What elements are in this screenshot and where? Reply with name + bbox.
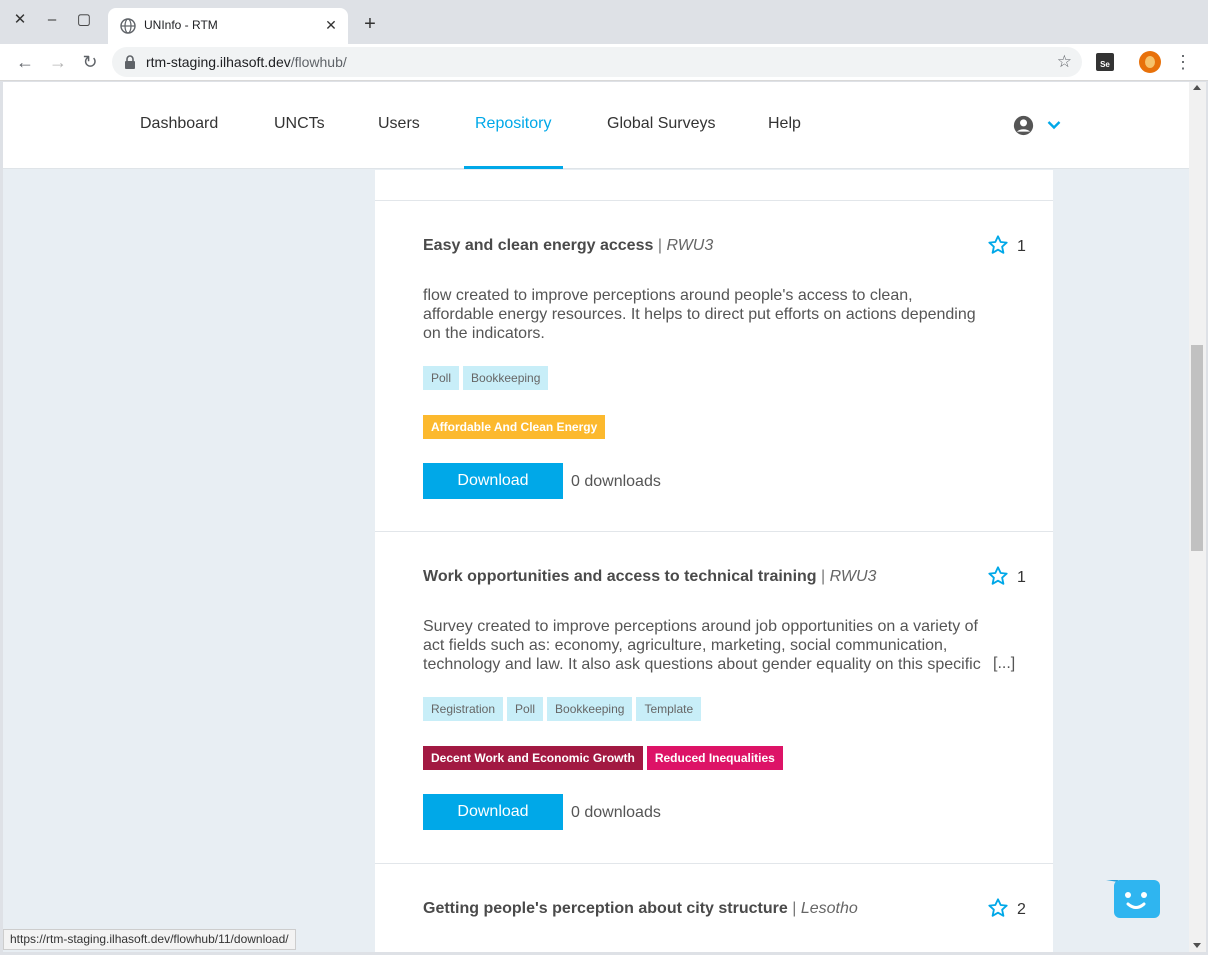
- flow-country: RWU3: [666, 237, 714, 254]
- scroll-up-arrow-icon[interactable]: [1193, 85, 1201, 90]
- scrollbar-thumb[interactable]: [1191, 345, 1203, 551]
- tag[interactable]: Registration: [423, 697, 504, 721]
- tag[interactable]: Poll: [423, 366, 460, 390]
- flow-description: Survey created to improve perceptions ar…: [423, 618, 981, 673]
- back-arrow-icon[interactable]: ←: [14, 51, 36, 73]
- chevron-down-icon[interactable]: [1047, 120, 1061, 130]
- tag[interactable]: Poll: [507, 697, 544, 721]
- flow-card: Easy and clean energy access | RWU3 1 fl…: [375, 201, 1053, 531]
- flow-country: RWU3: [829, 568, 877, 585]
- page-viewport: Easy and clean energy access | RWU3 1 fl…: [3, 82, 1189, 952]
- bookmark-star-icon[interactable]: ☆: [1057, 52, 1072, 72]
- star-icon[interactable]: [987, 234, 1009, 256]
- active-tab-indicator: [464, 166, 563, 169]
- app-navbar: Dashboard UNCTs Users Repository Global …: [3, 82, 1189, 169]
- selenium-extension-icon[interactable]: Se: [1096, 53, 1114, 71]
- star-count: 2: [1017, 901, 1026, 918]
- user-account-icon[interactable]: [1013, 115, 1034, 136]
- flow-card: Getting people's perception about city s…: [375, 864, 1053, 952]
- star-icon[interactable]: [987, 565, 1009, 587]
- lock-icon: [125, 55, 135, 69]
- browser-titlebar: ✕ – ▢ UNInfo - RTM ✕ +: [0, 0, 1208, 44]
- tag-list: Registration Poll Bookkeeping Template: [423, 697, 702, 721]
- nav-help[interactable]: Help: [768, 82, 801, 169]
- flow-title: Work opportunities and access to technic…: [423, 568, 876, 586]
- tag-list: Poll Bookkeeping: [423, 366, 549, 390]
- download-button[interactable]: Download: [423, 794, 563, 830]
- download-button[interactable]: Download: [423, 463, 563, 499]
- tag[interactable]: Template: [636, 697, 702, 721]
- sdg-badge[interactable]: Decent Work and Economic Growth: [423, 746, 643, 770]
- title-separator: |: [792, 900, 797, 917]
- sdg-badge[interactable]: Affordable And Clean Energy: [423, 415, 606, 439]
- sdg-badge[interactable]: Reduced Inequalities: [646, 746, 783, 770]
- download-count: 0 downloads: [571, 804, 661, 821]
- flow-title: Easy and clean energy access | RWU3: [423, 237, 713, 255]
- flow-country: Lesotho: [800, 900, 858, 917]
- minimize-icon[interactable]: –: [42, 10, 62, 30]
- url-text: rtm-staging.ilhasoft.dev/flowhub/: [146, 54, 347, 70]
- browser-tab[interactable]: UNInfo - RTM ✕: [108, 8, 348, 44]
- flow-title: Getting people's perception about city s…: [423, 900, 858, 918]
- flow-name[interactable]: Easy and clean energy access: [423, 237, 653, 254]
- sdg-list: Decent Work and Economic Growth Reduced …: [423, 746, 783, 770]
- title-separator: |: [657, 237, 662, 254]
- nav-uncts[interactable]: UNCTs: [274, 82, 325, 169]
- flow-description: flow created to improve perceptions arou…: [423, 287, 976, 342]
- flow-name[interactable]: Getting people's perception about city s…: [423, 900, 788, 917]
- star-count: 1: [1017, 569, 1026, 586]
- profile-avatar-icon[interactable]: [1139, 51, 1161, 73]
- tab-close-icon[interactable]: ✕: [322, 16, 340, 34]
- download-count: 0 downloads: [571, 473, 661, 490]
- reload-icon[interactable]: ↻: [79, 51, 101, 73]
- sdg-list: Affordable And Clean Energy: [423, 415, 606, 439]
- read-more-ellipsis[interactable]: [...]: [993, 655, 1015, 673]
- address-bar[interactable]: rtm-staging.ilhasoft.dev/flowhub/ ☆: [112, 47, 1082, 77]
- nav-users[interactable]: Users: [378, 82, 420, 169]
- title-separator: |: [821, 568, 826, 585]
- star-icon[interactable]: [987, 897, 1009, 919]
- flow-list: Easy and clean energy access | RWU3 1 fl…: [375, 170, 1053, 952]
- nav-dashboard[interactable]: Dashboard: [140, 82, 218, 169]
- url-host: rtm-staging.ilhasoft.dev: [146, 54, 291, 70]
- tab-title: UNInfo - RTM: [144, 18, 218, 32]
- chat-widget-icon[interactable]: [1106, 880, 1160, 918]
- vertical-scrollbar[interactable]: [1189, 82, 1206, 952]
- flow-name[interactable]: Work opportunities and access to technic…: [423, 568, 817, 585]
- url-path: /flowhub/: [290, 54, 347, 70]
- maximize-icon[interactable]: ▢: [74, 10, 94, 30]
- scroll-down-arrow-icon[interactable]: [1193, 943, 1201, 948]
- new-tab-icon[interactable]: +: [360, 14, 380, 34]
- forward-arrow-icon[interactable]: →: [47, 51, 69, 73]
- nav-repository[interactable]: Repository: [475, 82, 551, 169]
- browser-toolbar: ← → ↻ rtm-staging.ilhasoft.dev/flowhub/ …: [0, 44, 1208, 81]
- tag[interactable]: Bookkeeping: [547, 697, 633, 721]
- nav-global-surveys[interactable]: Global Surveys: [607, 82, 716, 169]
- globe-icon: [120, 18, 136, 34]
- kebab-menu-icon[interactable]: ⋮: [1174, 50, 1192, 74]
- link-status-bar: https://rtm-staging.ilhasoft.dev/flowhub…: [3, 929, 296, 950]
- star-count: 1: [1017, 238, 1026, 255]
- close-window-icon[interactable]: ✕: [10, 10, 30, 30]
- tag[interactable]: Bookkeeping: [463, 366, 549, 390]
- flow-card: Work opportunities and access to technic…: [375, 532, 1053, 863]
